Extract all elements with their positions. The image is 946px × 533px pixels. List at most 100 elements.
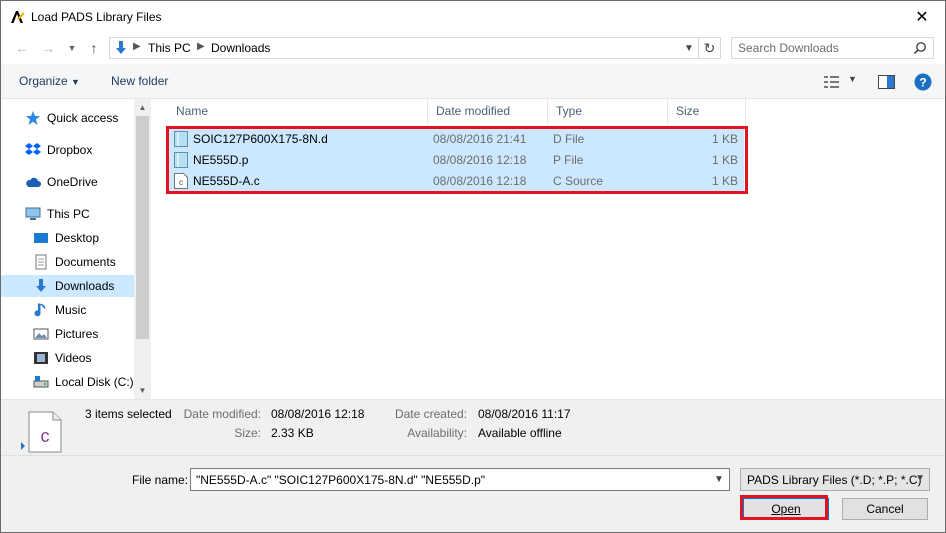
file-name-bar: File name: ▼ PADS Library Files (*.D; *.… [1, 455, 945, 532]
column-header-name[interactable]: Name [168, 99, 428, 124]
file-type-filter-value: PADS Library Files (*.D; *.P; *.C) [747, 473, 922, 487]
sidebar-item-local-disk[interactable]: Local Disk (C:) [1, 371, 134, 393]
sidebar-item-label: Downloads [55, 279, 115, 293]
date-created-label: Date created: [394, 407, 467, 421]
file-name: SOIC127P600X175-8N.d [193, 132, 328, 146]
navigation-pane: Quick access Dropbox OneDrive This PC De… [1, 99, 151, 399]
pads-app-icon [11, 11, 25, 23]
open-button[interactable]: Open [743, 498, 829, 520]
sidebar-item-label: Documents [55, 255, 116, 269]
cancel-button[interactable]: Cancel [842, 498, 928, 520]
chevron-down-icon[interactable]: ▼ [680, 38, 698, 58]
nav-scrollbar[interactable]: ▲ ▼ [134, 99, 151, 399]
disk-icon [33, 374, 49, 390]
download-icon [33, 278, 49, 294]
file-name: NE555D.p [193, 153, 249, 167]
sidebar-item-onedrive[interactable]: OneDrive [1, 171, 134, 193]
column-header-label: Date modified [436, 104, 511, 118]
chevron-down-icon: ▼ [71, 77, 80, 87]
organize-label: Organize [19, 74, 68, 88]
size-value: 2.33 KB [271, 426, 314, 440]
refresh-icon[interactable]: ↻ [699, 37, 721, 59]
sidebar-item-label: Quick access [47, 111, 119, 125]
forward-arrow-icon[interactable]: → [37, 38, 59, 58]
new-folder-button[interactable]: New folder [111, 74, 168, 88]
search-icon[interactable] [913, 41, 927, 55]
sidebar-item-documents[interactable]: Documents [1, 251, 134, 273]
open-button-label: Open [771, 502, 801, 516]
scroll-down-icon[interactable]: ▼ [134, 382, 151, 399]
column-header-date-modified[interactable]: ⌃ Date modified [428, 99, 548, 124]
scroll-up-icon[interactable]: ▲ [134, 99, 151, 116]
c-source-file-icon: c [21, 411, 62, 453]
search-input[interactable] [732, 38, 902, 58]
availability-value: Available offline [478, 426, 562, 440]
window-title: Load PADS Library Files [31, 10, 162, 24]
file-list: Name ⌃ Date modified Type Size SOIC127P6… [151, 99, 945, 399]
file-row[interactable]: SOIC127P600X175-8N.d 08/08/2016 21:41 D … [168, 129, 744, 150]
view-options-icon[interactable] [823, 75, 841, 89]
preview-pane-icon[interactable] [878, 75, 895, 89]
selection-summary: 3 items selected [85, 407, 172, 421]
date-modified-label: Date modified: [183, 407, 261, 421]
size-label: Size: [234, 426, 261, 440]
column-header-label: Size [676, 104, 700, 118]
sidebar-item-videos[interactable]: Videos [1, 347, 134, 369]
column-header-label: Type [556, 104, 583, 118]
close-icon[interactable]: ✕ [899, 1, 945, 32]
sidebar-item-downloads[interactable]: Downloads [1, 275, 134, 297]
sidebar-item-label: Music [55, 303, 87, 317]
file-size: 1 KB [711, 132, 738, 146]
file-name-input[interactable] [191, 469, 706, 490]
chevron-down-icon[interactable]: ▼ [709, 469, 729, 490]
view-chevron-down-icon[interactable]: ▼ [848, 74, 857, 84]
file-row[interactable]: c NE555D-A.c 08/08/2016 12:18 C Source 1… [168, 171, 744, 192]
sidebar-item-this-pc[interactable]: This PC [1, 203, 134, 225]
file-row[interactable]: NE555D.p 08/08/2016 12:18 P File 1 KB [168, 150, 744, 171]
breadcrumb-separator-icon: ▶ [133, 41, 141, 52]
file-icon [174, 152, 188, 168]
column-header-type[interactable]: Type [548, 99, 668, 124]
scrollbar-thumb[interactable] [136, 116, 149, 339]
organize-button[interactable]: Organize ▼ [19, 74, 80, 88]
availability-label: Availability: [407, 426, 467, 440]
command-bar: Organize ▼ New folder ▼ ? [1, 64, 945, 99]
breadcrumb-this-pc[interactable]: This PC [148, 41, 191, 55]
download-icon [116, 41, 126, 54]
address-bar[interactable]: ▶ This PC ▶ Downloads ▼ [109, 37, 699, 59]
title-bar: Load PADS Library Files ✕ [1, 1, 945, 32]
recent-locations-chevron-icon[interactable]: ▼ [61, 38, 83, 58]
file-type: D File [553, 132, 585, 146]
column-header-size[interactable]: Size [668, 99, 746, 124]
svg-text:c: c [41, 426, 50, 446]
file-type: P File [553, 153, 584, 167]
sidebar-item-desktop[interactable]: Desktop [1, 227, 134, 249]
file-name: NE555D-A.c [193, 174, 260, 188]
dropbox-icon [25, 142, 41, 158]
sidebar-item-pictures[interactable]: Pictures [1, 323, 134, 345]
sidebar-item-label: Dropbox [47, 143, 93, 157]
cloud-icon [25, 174, 41, 190]
breadcrumb-separator-icon: ▶ [197, 41, 205, 52]
help-icon[interactable]: ? [914, 73, 932, 91]
sidebar-item-dropbox[interactable]: Dropbox [1, 139, 134, 161]
address-row: ← → ▼ ↑ ▶ This PC ▶ Downloads ▼ ↻ [1, 32, 945, 64]
file-date: 08/08/2016 12:18 [433, 153, 527, 167]
column-header-label: Name [176, 104, 209, 118]
videos-icon [33, 350, 49, 366]
back-arrow-icon[interactable]: ← [11, 38, 33, 58]
file-type-filter-select[interactable]: PADS Library Files (*.D; *.P; *.C) ▼ [740, 468, 930, 491]
computer-icon [25, 206, 41, 222]
search-box [731, 37, 934, 59]
sidebar-item-music[interactable]: Music [1, 299, 134, 321]
sidebar-item-label: This PC [47, 207, 90, 221]
breadcrumb-downloads[interactable]: Downloads [211, 41, 270, 55]
up-arrow-icon[interactable]: ↑ [83, 38, 105, 58]
sidebar-item-quick-access[interactable]: Quick access [1, 107, 134, 129]
file-date: 08/08/2016 21:41 [433, 132, 527, 146]
sidebar-item-label: Videos [55, 351, 92, 365]
sidebar-item-label: Desktop [55, 231, 100, 245]
date-modified-value: 08/08/2016 12:18 [271, 407, 365, 421]
sort-ascending-icon: ⌃ [484, 104, 491, 113]
file-size: 1 KB [711, 153, 738, 167]
